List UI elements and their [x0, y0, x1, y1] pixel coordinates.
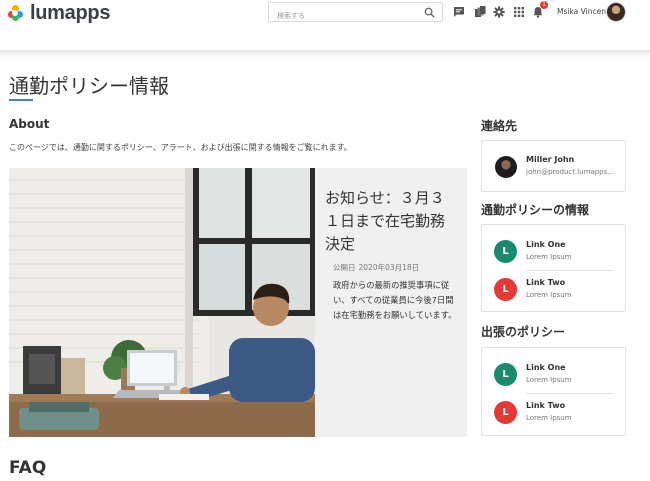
faq-heading: FAQ: [9, 458, 47, 478]
gear-icon[interactable]: [493, 6, 505, 18]
lumapps-logo-icon: [8, 5, 24, 21]
search-box[interactable]: [268, 2, 443, 25]
policy-heading: 通勤ポリシーの情報: [481, 203, 590, 217]
link-title[interactable]: Link One: [526, 363, 566, 372]
news-body: 政府からの最新の推奨事項に従い、すべての従業員に今後7日間は在宅勤務をお願いして…: [333, 280, 457, 320]
policy-link-two[interactable]: L Link Two Lorem Ipsum: [482, 271, 627, 309]
title-underline: [9, 99, 33, 101]
search-icon[interactable]: [424, 7, 435, 18]
content-icon[interactable]: [474, 6, 486, 18]
about-text: このページでは、通勤に関するポリシー、アラート、および出張に関する情報をご覧にれ…: [9, 143, 352, 152]
contact-avatar: [495, 156, 517, 178]
policy-link-one[interactable]: L Link One Lorem Ipsum: [482, 233, 627, 271]
news-date-value: 2020年03月18日: [358, 263, 420, 272]
news-title[interactable]: お知らせ：３月３１日まで在宅勤務決定: [325, 187, 455, 256]
contact-card[interactable]: Miller John john@product.lumapps...: [481, 140, 626, 192]
link-avatar-icon: L: [494, 363, 517, 386]
news-date-label: 公開日: [333, 263, 356, 272]
user-avatar[interactable]: [606, 2, 626, 22]
link-avatar-icon: L: [494, 240, 517, 263]
news-date: 公開日 2020年03月18日: [333, 262, 419, 273]
chat-icon[interactable]: [453, 6, 465, 18]
link-title[interactable]: Link One: [526, 240, 566, 249]
top-bar: lumapps 検索する 1 Msika Vincent: [0, 0, 650, 50]
link-avatar-icon: L: [494, 278, 517, 301]
apps-grid-icon[interactable]: [513, 6, 525, 18]
about-heading: About: [9, 117, 50, 131]
link-avatar-icon: L: [494, 401, 517, 424]
search-input[interactable]: [269, 7, 414, 25]
link-subtitle: Lorem Ipsum: [526, 253, 572, 261]
header-divider: [0, 50, 650, 58]
travel-link-one[interactable]: L Link One Lorem Ipsum: [482, 356, 627, 394]
contact-heading: 連絡先: [481, 119, 518, 133]
link-title[interactable]: Link Two: [526, 401, 565, 410]
policy-links-card: L Link One Lorem Ipsum L Link Two Lorem …: [481, 224, 626, 312]
logo-text: lumapps: [30, 1, 111, 24]
user-name[interactable]: Msika Vincent: [557, 7, 609, 16]
page-title: 通勤ポリシー情報: [9, 74, 169, 98]
contact-name[interactable]: Miller John: [526, 155, 574, 164]
lumapps-logo[interactable]: lumapps: [8, 2, 110, 24]
link-subtitle: Lorem Ipsum: [526, 291, 572, 299]
travel-links-card: L Link One Lorem Ipsum L Link Two Lorem …: [481, 347, 626, 436]
contact-email[interactable]: john@product.lumapps...: [526, 168, 614, 176]
travel-link-two[interactable]: L Link Two Lorem Ipsum: [482, 394, 627, 432]
link-title[interactable]: Link Two: [526, 278, 565, 287]
link-subtitle: Lorem Ipsum: [526, 414, 572, 422]
notification-badge: 1: [540, 1, 548, 9]
travel-heading: 出張のポリシー: [481, 325, 566, 339]
news-image: [9, 168, 315, 437]
link-subtitle: Lorem Ipsum: [526, 376, 572, 384]
